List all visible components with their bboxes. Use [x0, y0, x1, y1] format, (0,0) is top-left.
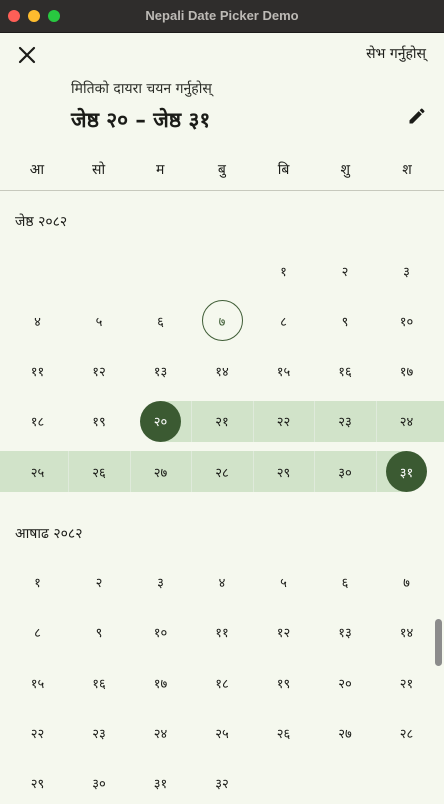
calendar-day[interactable]: ७	[386, 562, 427, 603]
calendar-day[interactable]: ३१	[140, 763, 181, 804]
weekday-label: बु	[191, 160, 253, 182]
weekday-label: सो	[68, 160, 130, 182]
calendar-day[interactable]: २४	[386, 401, 427, 442]
calendar-day[interactable]: ८	[263, 300, 304, 341]
header-divider	[0, 190, 444, 191]
calendar-day[interactable]: २८	[202, 451, 243, 492]
calendar-day[interactable]: १४	[386, 612, 427, 653]
calendar-day[interactable]: १९	[79, 401, 120, 442]
calendar-day[interactable]: १६	[79, 662, 120, 703]
calendar-day[interactable]: २३	[79, 712, 120, 753]
range-start-day[interactable]: २०	[140, 401, 181, 442]
calendar-day[interactable]: २२	[17, 712, 58, 753]
calendar-day[interactable]: २४	[140, 712, 181, 753]
close-icon	[18, 46, 36, 64]
calendar-day[interactable]: २०	[325, 662, 366, 703]
weekday-label: म	[129, 160, 191, 182]
calendar-day[interactable]: २५	[202, 712, 243, 753]
calendar-day[interactable]: ३	[140, 562, 181, 603]
calendar-day[interactable]: १०	[140, 612, 181, 653]
edit-button[interactable]	[402, 101, 432, 131]
calendar-day[interactable]: ३०	[325, 451, 366, 492]
calendar-day[interactable]: ३२	[202, 763, 243, 804]
calendar-day[interactable]: ३	[386, 250, 427, 291]
calendar-day[interactable]: २१	[202, 401, 243, 442]
save-button[interactable]: सेभ गर्नुहोस्	[366, 44, 426, 63]
calendar-day[interactable]: १२	[79, 351, 120, 392]
range-band-divider	[68, 451, 69, 492]
calendar-day[interactable]: ६	[325, 562, 366, 603]
range-band-divider	[130, 451, 131, 492]
calendar-day[interactable]: १५	[263, 351, 304, 392]
calendar-day[interactable]: ३०	[79, 763, 120, 804]
calendar-day[interactable]: १७	[140, 662, 181, 703]
weekday-label: श	[376, 160, 438, 182]
calendar-day[interactable]: १६	[325, 351, 366, 392]
calendar-day[interactable]: १८	[17, 401, 58, 442]
calendar-day[interactable]: १३	[325, 612, 366, 653]
calendar-day[interactable]: २९	[263, 451, 304, 492]
weekday-label: शु	[314, 160, 376, 182]
range-band-divider	[376, 451, 377, 492]
range-end-day[interactable]: ३१	[386, 451, 427, 492]
calendar-day[interactable]: १७	[386, 351, 427, 392]
calendar-day[interactable]: २३	[325, 401, 366, 442]
calendar-day[interactable]: १४	[202, 351, 243, 392]
calendar-day[interactable]: ११	[202, 612, 243, 653]
calendar-day[interactable]: ११	[17, 351, 58, 392]
calendar-day[interactable]: १९	[263, 662, 304, 703]
calendar-day[interactable]: १८	[202, 662, 243, 703]
calendar-day[interactable]: १	[17, 562, 58, 603]
range-band-divider	[253, 451, 254, 492]
weekday-label: बि	[253, 160, 315, 182]
close-button[interactable]	[12, 40, 42, 70]
today-day[interactable]: ७	[202, 300, 243, 341]
calendar-day[interactable]: १३	[140, 351, 181, 392]
calendar-day[interactable]: २२	[263, 401, 304, 442]
calendar-day[interactable]: २	[79, 562, 120, 603]
calendar-day[interactable]: ४	[17, 300, 58, 341]
calendar-day[interactable]: २१	[386, 662, 427, 703]
calendar-day[interactable]: १२	[263, 612, 304, 653]
calendar-day[interactable]: २७	[325, 712, 366, 753]
calendar-day[interactable]: २५	[17, 451, 58, 492]
range-band-divider	[314, 451, 315, 492]
month-label: आषाढ २०८२	[15, 524, 82, 543]
calendar-day[interactable]: २६	[79, 451, 120, 492]
calendar-day[interactable]: १०	[386, 300, 427, 341]
calendar-day[interactable]: ८	[17, 612, 58, 653]
calendar-day[interactable]: ६	[140, 300, 181, 341]
month-label: जेष्ठ २०८२	[15, 212, 67, 231]
calendar-day[interactable]: २९	[17, 763, 58, 804]
range-band-divider	[314, 401, 315, 442]
selected-range-headline: जेष्ठ २० – जेष्ठ ३१	[71, 106, 210, 134]
calendar-day[interactable]: २६	[263, 712, 304, 753]
calendar-day[interactable]: २८	[386, 712, 427, 753]
help-text: मितिको दायरा चयन गर्नुहोस्	[71, 79, 212, 98]
calendar-day[interactable]: १५	[17, 662, 58, 703]
calendar-day[interactable]: १	[263, 250, 304, 291]
calendar-day[interactable]: ९	[325, 300, 366, 341]
calendar-day[interactable]: २७	[140, 451, 181, 492]
calendar-day[interactable]: ९	[79, 612, 120, 653]
calendar-day[interactable]: ५	[263, 562, 304, 603]
range-band-divider	[191, 401, 192, 442]
window-title: Nepali Date Picker Demo	[0, 8, 444, 23]
calendar-day[interactable]: ४	[202, 562, 243, 603]
range-band-divider	[376, 401, 377, 442]
pencil-icon	[407, 106, 427, 126]
scrollbar-thumb[interactable]	[435, 619, 442, 666]
weekday-label: आ	[6, 160, 68, 182]
weekday-header: आ सो म बु बि शु श	[6, 160, 438, 182]
range-band-divider	[253, 401, 254, 442]
calendar-day[interactable]: ५	[79, 300, 120, 341]
calendar-day[interactable]: २	[325, 250, 366, 291]
range-band-divider	[191, 451, 192, 492]
window-titlebar: Nepali Date Picker Demo	[0, 0, 444, 33]
